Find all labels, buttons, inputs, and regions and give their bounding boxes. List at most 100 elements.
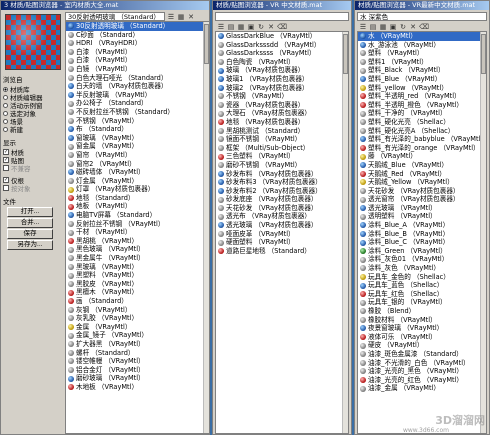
- list-item[interactable]: 塑料_半透明_橙色 （VRayMtl）: [358, 101, 486, 110]
- view-small-icon[interactable]: ▤: [227, 23, 235, 31]
- material-name-field[interactable]: [215, 12, 349, 21]
- list-item[interactable]: 大理石 （VRay材质包裹器）: [216, 109, 348, 118]
- list-item[interactable]: 白色大理石哑光 （Standard）: [66, 74, 209, 83]
- list-item[interactable]: 灯罩 （VRay材质包裹器）: [66, 185, 209, 194]
- list-item[interactable]: 玻璃1 （VRay材质包裹器）: [216, 75, 348, 84]
- list-item[interactable]: 灰钢 （VRayMtl）: [66, 306, 209, 315]
- list-item[interactable]: 白漆 （VRayMtl）: [66, 56, 209, 65]
- list-item[interactable]: 玩具车_红色 （Shellac）: [358, 290, 486, 299]
- list-item[interactable]: 橡胶 （Blend）: [358, 307, 486, 316]
- list-item[interactable]: 黑檀木 （VRayMtl）: [66, 288, 209, 297]
- list-item[interactable]: 涂料_Blue_C （VRayMtl）: [358, 238, 486, 247]
- list-item[interactable]: 砂发布料2 （VRay材质包裹器）: [216, 187, 348, 196]
- list-item[interactable]: 油漆_光亮的_黑色 （VRayMtl）: [358, 367, 486, 376]
- list-item[interactable]: 画 （Standard）: [66, 297, 209, 306]
- list-item[interactable]: 黑玻璃 （VRayMtl）: [66, 263, 209, 272]
- list-item[interactable]: 玻璃2 （VRay材质包裹器）: [216, 84, 348, 93]
- list-item[interactable]: 电脑TV屏幕 （Standard）: [66, 211, 209, 220]
- view-icons-icon[interactable]: ▦: [237, 23, 245, 31]
- list-item[interactable]: 三色塑料 （VRayMtl）: [216, 152, 348, 161]
- radio-button[interactable]: [3, 126, 8, 132]
- list-item[interactable]: 塑料_yellow （VRayMtl）: [358, 84, 486, 93]
- list-item[interactable]: 油漆_光亮的_红色 （VRayMtl）: [358, 376, 486, 385]
- list-item[interactable]: 哑面皮革 （VRayMtl）: [216, 230, 348, 239]
- list-item[interactable]: 天鹅绒_Yellow （VRayMtl）: [358, 178, 486, 187]
- list-item[interactable]: 涂料_灰色 （VRayMtl）: [358, 264, 486, 273]
- view-large-icon[interactable]: ▣: [247, 23, 255, 31]
- update-icon[interactable]: ↻: [257, 23, 265, 31]
- list-item[interactable]: 涂料_Green （VRayMtl）: [358, 247, 486, 256]
- file-button[interactable]: 另存为...: [7, 240, 53, 250]
- list-item[interactable]: 硬面塑料 （VRayMtl）: [216, 238, 348, 247]
- list-item[interactable]: 玻璃 （VRay材质包裹器）: [216, 66, 348, 75]
- view-list-icon[interactable]: ☰: [217, 23, 225, 31]
- list-item[interactable]: 窗金属 （VRayMtl）: [66, 142, 209, 151]
- scrollbar-thumb[interactable]: [204, 24, 209, 64]
- view-icons-icon[interactable]: ▦: [177, 13, 185, 21]
- scrollbar[interactable]: [203, 22, 209, 433]
- list-item[interactable]: 砂发布料3 （VRay材质包裹器）: [216, 178, 348, 187]
- checkbox[interactable]: ✓: [3, 157, 9, 163]
- scrollbar[interactable]: [480, 32, 486, 433]
- list-item[interactable]: 塑料1 （VRayMtl）: [358, 58, 486, 67]
- radio-button[interactable]: [3, 86, 8, 92]
- list-item[interactable]: 天花砂发 （VRay材质包裹器）: [216, 204, 348, 213]
- list-item[interactable]: 天鹅绒_Red （VRayMtl）: [358, 170, 486, 179]
- view-large-icon[interactable]: ▣: [389, 23, 397, 31]
- list-item[interactable]: 窗玻璃 （VRayMtl）: [66, 134, 209, 143]
- list-item[interactable]: 橡胶材料 （VRayMtl）: [358, 316, 486, 325]
- list-item[interactable]: 透光玻璃 （VRay材质包裹器）: [216, 221, 348, 230]
- view-icons-icon[interactable]: ▦: [379, 23, 387, 31]
- list-item[interactable]: 窗帘2 （VRayMtl）: [66, 160, 209, 169]
- list-item[interactable]: 半反射玻璃 （VRayMtl）: [66, 91, 209, 100]
- list-item[interactable]: 黑塑料 （VRayMtl）: [66, 271, 209, 280]
- list-item[interactable]: 布 （Standard）: [66, 125, 209, 134]
- list-item[interactable]: 白色陶瓷 （VRayMtl）: [216, 58, 348, 67]
- list-item[interactable]: 涂料_Blue_A （VRayMtl）: [358, 221, 486, 230]
- list-item[interactable]: 磁砖墙体 （VRayMtl）: [66, 168, 209, 177]
- list-item[interactable]: 塑料_硬化光亮 （Shellac）: [358, 118, 486, 127]
- list-item[interactable]: 不锈钢 （VRayMtl）: [66, 117, 209, 126]
- radio-button[interactable]: [3, 94, 8, 100]
- list-item[interactable]: 地毯 （VRay材质包裹器）: [216, 118, 348, 127]
- list-item[interactable]: 扩大器黑 （VRayMtl）: [66, 340, 209, 349]
- radio-button[interactable]: [3, 102, 8, 108]
- list-item[interactable]: 砂发布料 （VRay材质包裹器）: [216, 170, 348, 179]
- list-item[interactable]: 塑料_Blue （VRayMtl）: [358, 75, 486, 84]
- list-item[interactable]: 不反射拉丝不锈钢 （Standard）: [66, 108, 209, 117]
- checkbox[interactable]: ✓: [3, 149, 9, 155]
- list-item[interactable]: 透光玻璃 （VRayMtl）: [358, 204, 486, 213]
- list-item[interactable]: 金属 （VRayMtl）: [66, 323, 209, 332]
- delete-icon[interactable]: ✕: [187, 13, 195, 21]
- list-item[interactable]: 透明塑料 （VRayMtl）: [358, 212, 486, 221]
- list-item[interactable]: HDRI （VRayHDRI）: [66, 39, 209, 48]
- list-item[interactable]: GlassDarkBlue （VRayMtl）: [216, 32, 348, 41]
- list-item[interactable]: 铝合金灯 （VRayMtl）: [66, 366, 209, 375]
- list-item[interactable]: 油漆_斑色金属漆 （Standard）: [358, 350, 486, 359]
- list-item[interactable]: 黑色玻璃 （VRayMtl）: [66, 245, 209, 254]
- list-item[interactable]: 白镜 （VRayMtl）: [66, 65, 209, 74]
- list-item[interactable]: 磨砂不锈钢 （VRayMtl）: [216, 161, 348, 170]
- list-item[interactable]: 灰乳胶 （VRayMtl）: [66, 314, 209, 323]
- list-item[interactable]: 灯金属 （VRayMtl）: [66, 177, 209, 186]
- list-item[interactable]: 黑胡桃 （VRayMtl）: [66, 237, 209, 246]
- list-item[interactable]: 油漆_金属 （VRayMtl）: [358, 384, 486, 393]
- scrollbar[interactable]: [342, 32, 348, 433]
- view-small-icon[interactable]: ▤: [369, 23, 377, 31]
- material-name-field[interactable]: 30反射透明玻璃 （Standard）: [65, 12, 165, 21]
- file-button[interactable]: 合并...: [7, 218, 53, 228]
- list-item[interactable]: 地毯 （Standard）: [66, 194, 209, 203]
- list-item[interactable]: 玩具车_蓝色 （Shellac）: [358, 281, 486, 290]
- list-item[interactable]: 塑料_有光泽的_orange （VRayMtl）: [358, 144, 486, 153]
- list-item[interactable]: 藤 （VRayMtl）: [358, 152, 486, 161]
- list-item[interactable]: 塑料_干净的 （VRayMtl）: [358, 109, 486, 118]
- list-item[interactable]: 反射拉丝不锈钢 （VRayMtl）: [66, 220, 209, 229]
- browse-option[interactable]: 新建: [3, 125, 63, 134]
- list-item[interactable]: GlassDarkssss （VRayMtl）: [216, 49, 348, 58]
- list-item[interactable]: 瓷器 （VRay材质包裹器）: [216, 101, 348, 110]
- list-item[interactable]: GlassDarksssdd （VRayMtl）: [216, 41, 348, 50]
- update-icon[interactable]: ↻: [399, 23, 407, 31]
- list-item[interactable]: 液体可乐 （VRayMtl）: [358, 333, 486, 342]
- list-item[interactable]: 不锈钢 （VRayMtl）: [216, 92, 348, 101]
- view-list-icon[interactable]: ☰: [167, 13, 175, 21]
